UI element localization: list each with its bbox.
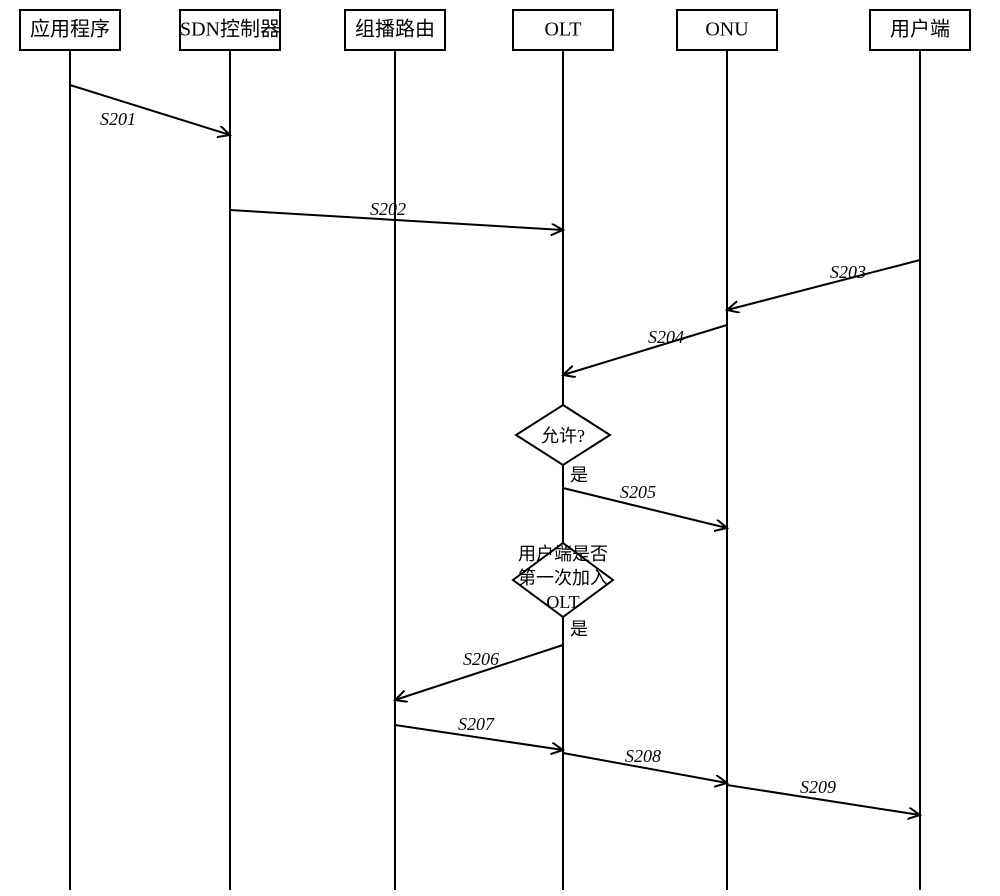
msg-s207-label: S207 (458, 714, 495, 734)
lifeline-client-label: 用户端 (890, 18, 950, 41)
lifeline-sdn: SDN控制器 (180, 10, 280, 890)
decision-firstjoin-yes: 是 (570, 619, 588, 639)
decision-allow-yes: 是 (570, 465, 588, 485)
msg-s204-label: S204 (648, 327, 684, 347)
lifeline-client: 用户端 (870, 10, 970, 890)
lifeline-mroute-label: 组播路由 (355, 18, 435, 41)
msg-s201-arrow (70, 85, 230, 135)
lifeline-olt-label: OLT (544, 19, 581, 41)
decision-firstjoin-line2: 第一次加入 (518, 568, 608, 588)
lifeline-app-label: 应用程序 (30, 18, 110, 41)
lifeline-sdn-label: SDN控制器 (180, 18, 280, 41)
msg-s209-label: S209 (800, 777, 836, 797)
msg-s201-label: S201 (100, 109, 136, 129)
decision-firstjoin-line3: OLT (546, 592, 579, 612)
lifeline-app: 应用程序 (20, 10, 120, 890)
msg-s203-arrow (727, 260, 920, 310)
msg-s205-label: S205 (620, 482, 656, 502)
msg-s204-arrow (563, 325, 727, 375)
sequence-diagram: 应用程序 SDN控制器 组播路由 OLT ONU 用户端 S201 S202 S… (0, 0, 1000, 896)
decision-allow-text: 允许? (541, 426, 585, 446)
lifeline-onu: ONU (677, 10, 777, 890)
msg-s203-label: S203 (830, 262, 866, 282)
msg-s208-label: S208 (625, 746, 661, 766)
lifeline-mroute: 组播路由 (345, 10, 445, 890)
decision-firstjoin-line1: 用户端是否 (518, 544, 608, 564)
msg-s202-label: S202 (370, 199, 406, 219)
msg-s206-label: S206 (463, 649, 499, 669)
lifeline-onu-label: ONU (705, 19, 749, 41)
